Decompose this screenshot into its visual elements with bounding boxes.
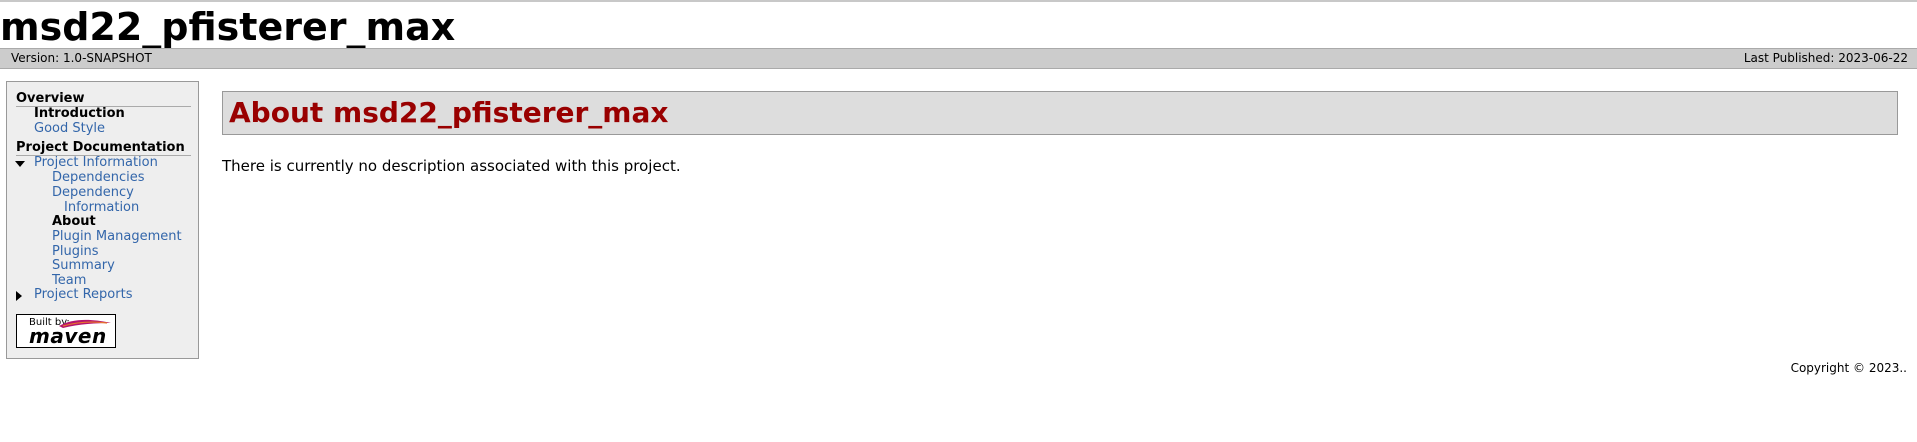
banner: msd22_pfisterer_max (0, 0, 1917, 49)
sidebar: Overview Introduction Good Style Project… (6, 81, 199, 359)
nav-item-dependency-information[interactable]: Information (64, 200, 139, 215)
nav-item-project-information[interactable]: Project Information (34, 155, 158, 170)
nav-item-plugin-management[interactable]: Plugin Management (52, 229, 182, 244)
nav-item-summary[interactable]: Summary (52, 258, 115, 273)
nav-item-project-reports[interactable]: Project Reports (34, 287, 132, 302)
main-content: About msd22_pfisterer_max There is curre… (222, 91, 1898, 190)
nav-item-about: About (52, 214, 96, 229)
nav-item-plugins[interactable]: Plugins (52, 244, 99, 259)
nav-item-dependencies[interactable]: Dependencies (52, 170, 145, 185)
nav-heading-project-documentation: Project Documentation (16, 140, 191, 156)
project-title: msd22_pfisterer_max (0, 5, 456, 49)
nav-item-good-style[interactable]: Good Style (34, 121, 105, 136)
nav-item-team[interactable]: Team (52, 273, 86, 288)
built-by-maven-logo[interactable]: Built by: maven (16, 314, 116, 348)
project-description: There is currently no description associ… (222, 157, 681, 175)
triangle-right-icon[interactable] (16, 291, 22, 301)
footer-copyright: Copyright © 2023.. (1790, 361, 1907, 375)
breadcrumbs-bar: Version: 1.0-SNAPSHOT Last Published: 20… (0, 48, 1917, 69)
nav-item-introduction: Introduction (34, 106, 125, 121)
nav-item-dependency[interactable]: Dependency (52, 185, 134, 200)
nav-heading-overview: Overview (16, 91, 191, 107)
maven-wordmark: maven (29, 324, 107, 348)
triangle-down-icon[interactable] (15, 161, 25, 167)
section-heading: About msd22_pfisterer_max (222, 91, 1898, 135)
published-date: Last Published: 2023-06-22 (1743, 51, 1908, 65)
version-label: Version: 1.0-SNAPSHOT (11, 51, 152, 65)
